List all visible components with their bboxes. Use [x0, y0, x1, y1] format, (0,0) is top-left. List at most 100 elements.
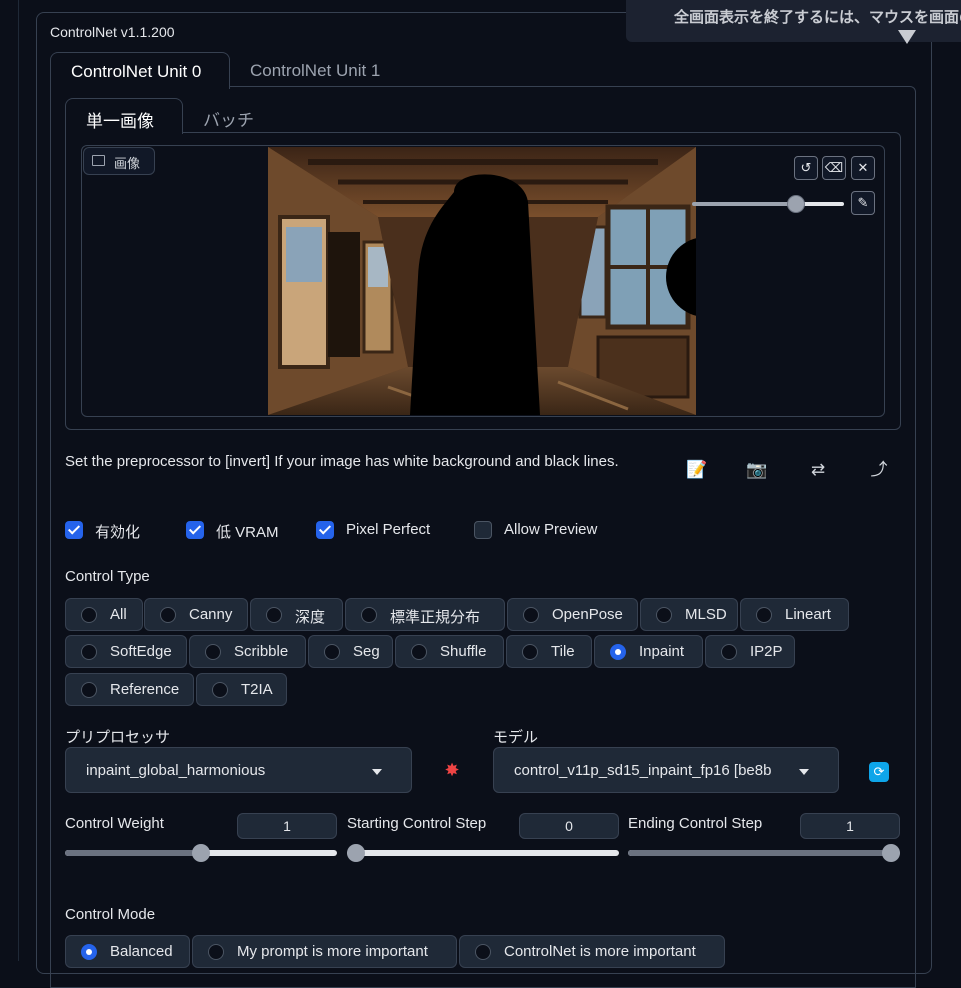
image-icon [92, 155, 105, 166]
model-label: モデル [493, 729, 539, 746]
control-type-t2ia[interactable]: T2IA [196, 673, 287, 706]
tab-label: ControlNet Unit 0 [71, 62, 202, 81]
radio-label: Balanced [110, 943, 173, 960]
control-mode-controlnet[interactable]: ControlNet is more important [459, 935, 725, 968]
radio-label: Lineart [785, 606, 831, 623]
radio-dot [266, 607, 282, 623]
radio-dot [81, 644, 97, 660]
ending-step-input[interactable]: 1 [800, 813, 900, 839]
refresh-icon[interactable]: ⟳ [869, 762, 889, 782]
preprocessor-value: inpaint_global_harmonious [86, 762, 266, 779]
swap-icon[interactable]: ⇄ [805, 458, 831, 482]
control-type-shuffle[interactable]: Shuffle [395, 635, 504, 668]
preprocessor-dropdown[interactable]: inpaint_global_harmonious [65, 747, 412, 793]
slider-thumb[interactable] [347, 844, 365, 862]
radio-dot [160, 607, 176, 623]
chevron-down-icon [799, 769, 809, 775]
brush-size-slider[interactable] [787, 195, 805, 213]
radio-label: SoftEdge [110, 643, 172, 660]
checkbox-label: 低 VRAM [216, 524, 279, 541]
radio-label: Tile [551, 643, 575, 660]
checkbox-label: Pixel Perfect [346, 521, 431, 538]
radio-dot [610, 644, 626, 660]
starting-step-slider[interactable] [347, 844, 619, 862]
preprocessor-hint: Set the preprocessor to [invert] If your… [65, 453, 619, 470]
radio-label: Scribble [234, 643, 289, 660]
control-mode-balanced[interactable]: Balanced [65, 935, 190, 968]
radio-dot [475, 944, 491, 960]
model-dropdown[interactable]: control_v11p_sd15_inpaint_fp16 [be8b [493, 747, 839, 793]
slider-thumb[interactable] [192, 844, 210, 862]
radio-label: Shuffle [440, 643, 487, 660]
fullscreen-notice-text: 全画面表示を終了するには、マウスを画面の [674, 9, 961, 26]
radio-label: OpenPose [552, 606, 623, 623]
allow-preview-checkbox[interactable]: Allow Preview [474, 520, 624, 542]
camera-icon[interactable]: 📷 [744, 458, 770, 482]
control-type-scribble[interactable]: Scribble [189, 635, 306, 668]
chevron-down-icon [372, 769, 382, 775]
radio-label: IP2P [750, 643, 783, 660]
checkbox-label: 有効化 [95, 524, 141, 541]
slider-thumb[interactable] [882, 844, 900, 862]
control-type-normal[interactable]: 標準正規分布 [345, 598, 505, 631]
starting-step-input[interactable]: 0 [519, 813, 619, 839]
control-type-lineart[interactable]: Lineart [740, 598, 849, 631]
tab-label: 単一画像 [86, 112, 154, 131]
tab-controlnet-unit-0[interactable]: ControlNet Unit 0 [50, 52, 230, 89]
control-type-seg[interactable]: Seg [308, 635, 393, 668]
control-type-tile[interactable]: Tile [506, 635, 592, 668]
radio-dot [522, 644, 538, 660]
ending-step-slider[interactable] [628, 844, 900, 862]
undo-icon[interactable]: ↺ [794, 156, 818, 180]
tab-controlnet-unit-1[interactable]: ControlNet Unit 1 [250, 61, 380, 81]
brush-icon[interactable]: ✎ [851, 191, 875, 215]
radio-dot [205, 644, 221, 660]
control-type-ip2p[interactable]: IP2P [705, 635, 795, 668]
radio-label: Inpaint [639, 643, 685, 660]
checkbox-label: Allow Preview [504, 521, 598, 538]
radio-dot [756, 607, 772, 623]
control-mode-prompt[interactable]: My prompt is more important [192, 935, 457, 968]
edit-note-icon[interactable]: 📝 [684, 458, 710, 482]
control-weight-input[interactable]: 1 [237, 813, 337, 839]
model-value: control_v11p_sd15_inpaint_fp16 [be8b [514, 762, 772, 779]
control-type-mlsd[interactable]: MLSD [640, 598, 738, 631]
eraser-icon[interactable]: ⌫ [822, 156, 846, 180]
radio-dot [523, 607, 539, 623]
enable-checkbox[interactable]: 有効化 [65, 520, 175, 542]
uploaded-image[interactable] [268, 147, 696, 415]
low-vram-checkbox[interactable]: 低 VRAM [186, 520, 296, 542]
slider-fill [65, 850, 201, 856]
radio-dot [324, 644, 340, 660]
control-type-label: Control Type [65, 568, 150, 585]
control-type-softedge[interactable]: SoftEdge [65, 635, 187, 668]
left-gutter-line [18, 0, 19, 961]
control-type-openpose[interactable]: OpenPose [507, 598, 638, 631]
image-label-badge: 画像 [83, 147, 155, 175]
radio-dot [208, 944, 224, 960]
control-type-all[interactable]: All [65, 598, 143, 631]
checkbox-box [474, 521, 492, 539]
radio-label: T2IA [241, 681, 273, 698]
radio-dot [411, 644, 427, 660]
brush-size-track-fill [692, 202, 796, 206]
run-preprocessor-icon[interactable]: ✸ [441, 759, 463, 781]
radio-dot [212, 682, 228, 698]
triangle-down-icon [898, 30, 916, 44]
control-weight-slider[interactable] [65, 844, 337, 862]
radio-label: ControlNet is more important [504, 943, 696, 960]
radio-label: Reference [110, 681, 180, 698]
send-dimensions-icon[interactable]: ⤴ [866, 458, 892, 482]
control-type-inpaint[interactable]: Inpaint [594, 635, 703, 668]
close-icon[interactable]: ✕ [851, 156, 875, 180]
pixel-perfect-checkbox[interactable]: Pixel Perfect [316, 520, 456, 542]
control-type-depth[interactable]: 深度 [250, 598, 343, 631]
control-type-canny[interactable]: Canny [144, 598, 248, 631]
room-image-svg [268, 147, 696, 415]
control-type-reference[interactable]: Reference [65, 673, 194, 706]
radio-label: My prompt is more important [237, 943, 428, 960]
radio-dot [81, 944, 97, 960]
controlnet-title[interactable]: ControlNet v1.1.200 [50, 24, 175, 40]
tab-single-image[interactable]: 単一画像 [65, 98, 183, 134]
tab-batch[interactable]: バッチ [203, 106, 254, 131]
